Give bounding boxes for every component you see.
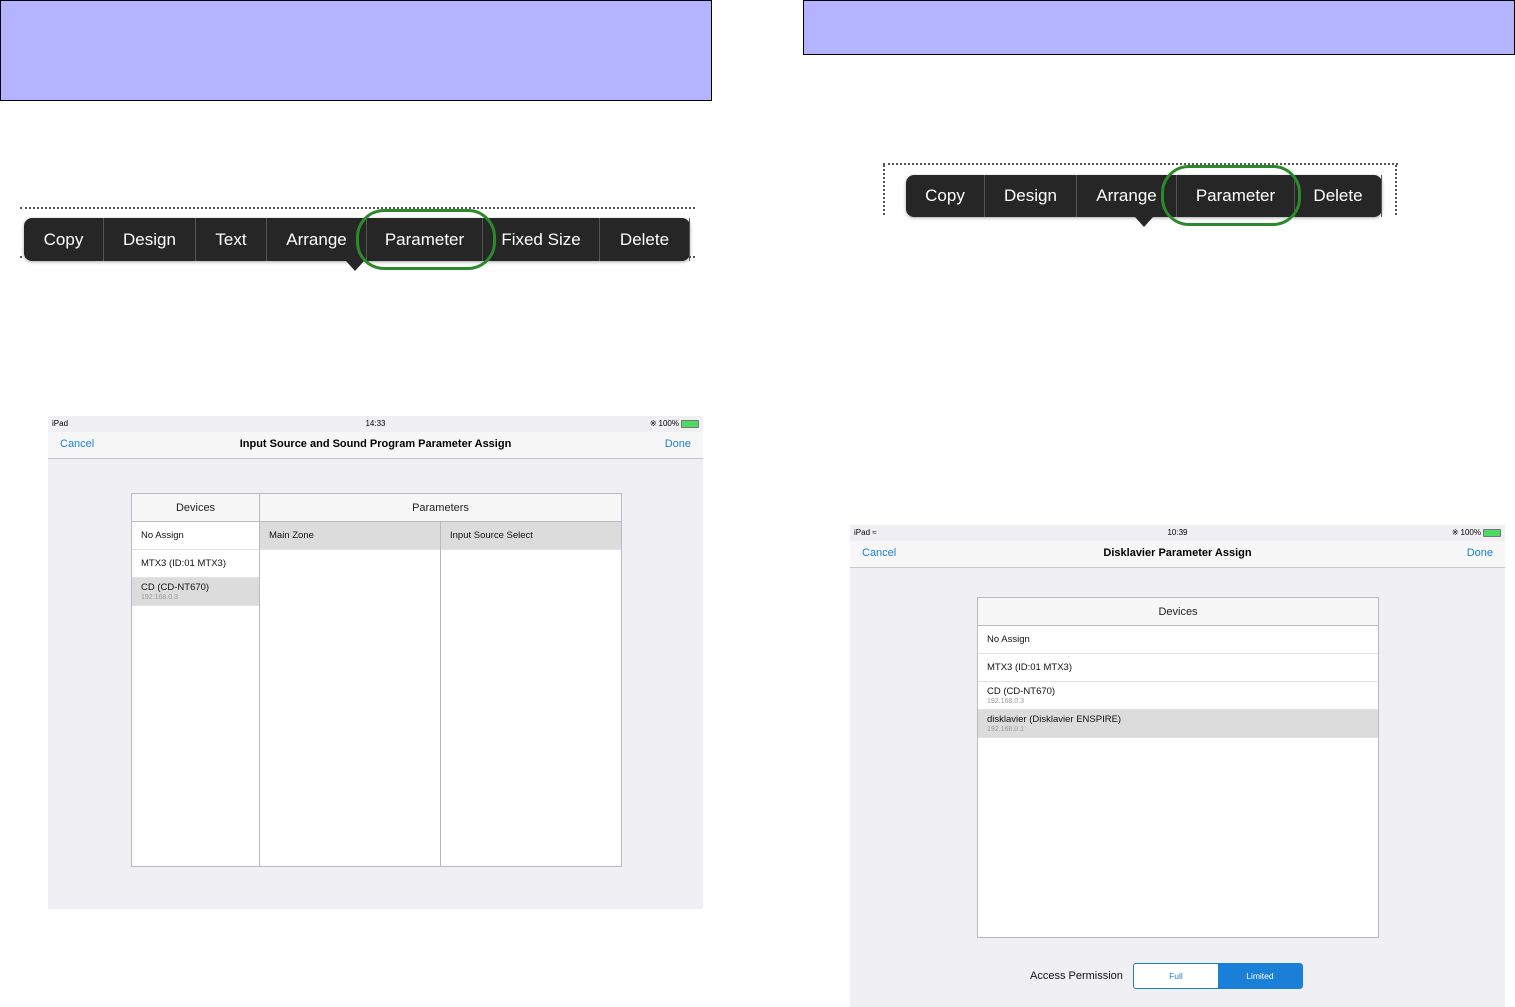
status-bar: iPad 14:33 ※ 100% <box>48 416 703 432</box>
menu-delete[interactable]: Delete <box>600 218 690 261</box>
device-name: MTX3 (ID:01 MTX3) <box>141 558 226 569</box>
nav-bar: Cancel Disklavier Parameter Assign Done <box>850 541 1505 568</box>
battery-icon <box>1483 528 1501 537</box>
clock: 10:39 <box>1167 528 1188 537</box>
devices-header: Devices <box>978 598 1378 626</box>
parameter-column-2: Input Source Select <box>441 522 621 866</box>
device-row-selected[interactable]: disklavier (Disklavier ENSPIRE) 192.168.… <box>978 710 1378 738</box>
access-permission-segmented-control: Full Limited <box>1132 963 1303 989</box>
parameter-row-selected[interactable]: Input Source Select <box>441 522 621 550</box>
device-name: CD (CD-NT670) <box>141 582 210 593</box>
menu-delete[interactable]: Delete <box>1295 175 1382 217</box>
device-row[interactable]: CD (CD-NT670) 192.168.0.3 <box>978 682 1378 710</box>
parameter-name: Main Zone <box>269 530 314 541</box>
device-ip: 192.168.0.3 <box>141 594 178 601</box>
assign-table: Devices No Assign MTX3 (ID:01 MTX3) CD (… <box>131 493 622 867</box>
segment-limited[interactable]: Limited <box>1217 964 1302 988</box>
menu-parameter[interactable]: Parameter <box>367 218 483 261</box>
left-ipad-screen: iPad 14:33 ※ 100% Cancel Input Source an… <box>48 416 703 909</box>
left-context-menu: Copy Design Text Arrange Parameter Fixed… <box>24 218 690 271</box>
menu-arrange[interactable]: Arrange <box>267 218 367 261</box>
battery-status: ※ 100% <box>650 419 699 428</box>
right-banner <box>803 0 1515 55</box>
parameter-column-1: Main Zone <box>260 522 441 866</box>
bluetooth-icon: ※ <box>649 419 657 428</box>
page-title: Disklavier Parameter Assign <box>1103 547 1252 559</box>
menu-fixed-size[interactable]: Fixed Size <box>483 218 600 261</box>
menu-pointer <box>346 261 364 271</box>
device-row[interactable]: No Assign <box>132 522 259 550</box>
menu-design[interactable]: Design <box>985 175 1077 217</box>
menu-design[interactable]: Design <box>104 218 196 261</box>
menu-parameter[interactable]: Parameter <box>1177 175 1295 217</box>
parameters-area: Parameters Main Zone Input Source Select <box>260 494 621 866</box>
battery-percent: 100% <box>658 419 679 428</box>
device-row[interactable]: MTX3 (ID:01 MTX3) <box>132 550 259 578</box>
battery-icon <box>681 419 699 428</box>
parameters-header: Parameters <box>260 494 621 522</box>
device-name: CD (CD-NT670) <box>987 686 1056 697</box>
device-name: No Assign <box>141 530 184 541</box>
battery-status: ※ 100% <box>1452 528 1501 537</box>
device-name: MTX3 (ID:01 MTX3) <box>987 662 1072 673</box>
bluetooth-icon: ※ <box>1451 528 1459 537</box>
device-row[interactable]: MTX3 (ID:01 MTX3) <box>978 654 1378 682</box>
device-name: disklavier (Disklavier ENSPIRE) <box>987 714 1122 725</box>
access-permission-label: Access Permission <box>1030 970 1123 982</box>
device-row-selected[interactable]: CD (CD-NT670) 192.168.0.3 <box>132 578 259 606</box>
devices-column: Devices No Assign MTX3 (ID:01 MTX3) CD (… <box>132 494 260 866</box>
parameter-row-selected[interactable]: Main Zone <box>260 522 440 550</box>
parameter-name: Input Source Select <box>450 530 533 541</box>
done-button[interactable]: Done <box>665 438 691 450</box>
page-title: Input Source and Sound Program Parameter… <box>239 438 512 450</box>
menu-copy[interactable]: Copy <box>906 175 985 217</box>
menu-text[interactable]: Text <box>196 218 267 261</box>
right-ipad-screen: iPad ≈ 10:39 ※ 100% Cancel Disklavier Pa… <box>850 525 1505 1007</box>
device-row[interactable]: No Assign <box>978 626 1378 654</box>
device-ip: 192.168.0.3 <box>987 698 1024 705</box>
devices-table: Devices No Assign MTX3 (ID:01 MTX3) CD (… <box>977 597 1379 938</box>
devices-header: Devices <box>132 494 259 522</box>
right-context-menu: Copy Design Arrange Parameter Delete <box>906 175 1382 227</box>
clock: 14:33 <box>365 419 386 428</box>
device-name: No Assign <box>987 634 1030 645</box>
menu-arrange[interactable]: Arrange <box>1077 175 1177 217</box>
left-banner <box>0 0 712 101</box>
device-ip: 192.168.0.1 <box>987 726 1024 733</box>
menu-pointer <box>1135 217 1153 227</box>
nav-bar: Cancel Input Source and Sound Program Pa… <box>48 432 703 459</box>
access-permission: Access Permission Full Limited <box>1030 963 1303 989</box>
done-button[interactable]: Done <box>1467 547 1493 559</box>
menu-copy[interactable]: Copy <box>24 218 104 261</box>
status-bar: iPad ≈ 10:39 ※ 100% <box>850 525 1505 541</box>
battery-percent: 100% <box>1460 528 1481 537</box>
segment-full[interactable]: Full <box>1133 964 1218 988</box>
